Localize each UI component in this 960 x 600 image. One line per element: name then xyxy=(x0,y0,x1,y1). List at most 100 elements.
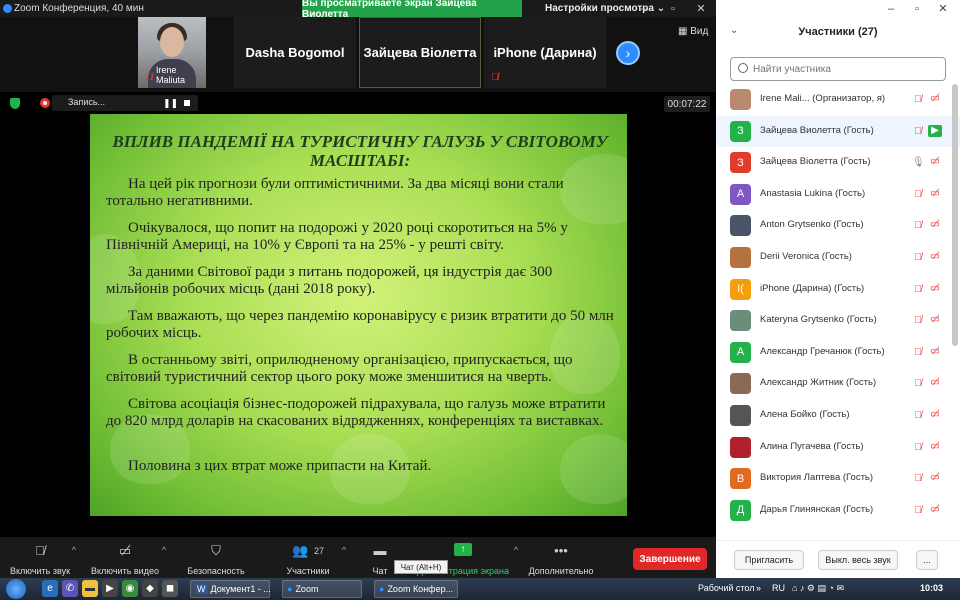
recording-dot-icon xyxy=(40,98,50,108)
participant-row[interactable]: Anton Grytsenko (Гость) 🎙̸ ▭̸ xyxy=(716,210,960,241)
mic-muted-icon: 🎙̸ xyxy=(914,441,922,453)
camera-off-icon: ▭̸ xyxy=(930,503,940,515)
participant-row[interactable]: Derii Veronica (Гость) 🎙̸ ▭̸ xyxy=(716,242,960,273)
camera-off-icon: ▭̸ xyxy=(930,282,940,294)
windows-start-icon[interactable] xyxy=(6,579,26,599)
taskbar-task-zoom[interactable]: ● Zoom xyxy=(282,580,362,598)
maximize-icon[interactable]: ▫ xyxy=(904,0,930,17)
mic-muted-icon: 🎙̸ xyxy=(914,188,922,200)
participant-name: Алена Бойко (Гость) xyxy=(760,409,850,420)
camera-off-icon: ▭̸ xyxy=(930,314,940,326)
mic-muted-icon: 🎙̸ xyxy=(914,378,922,390)
tray-icons[interactable]: ⌂ ♪ ⚙ ▤ ◔ ✉ xyxy=(792,583,844,594)
mic-muted-icon: 🎙̸ xyxy=(914,346,922,358)
slide-title: ВПЛИВ ПАНДЕМІЇ НА ТУРИСТИЧНУ ГАЛУЗЬ У СВ… xyxy=(112,132,608,170)
search-input[interactable] xyxy=(753,61,938,77)
desktop-toolbar[interactable]: Рабочий стол xyxy=(698,583,755,593)
mute-all-button[interactable]: Выкл. весь звук xyxy=(818,550,898,570)
more-options-button[interactable]: ... xyxy=(916,550,938,570)
internet-explorer-icon[interactable]: e xyxy=(42,580,58,597)
participant-row[interactable]: Алена Бойко (Гость) 🎙̸ ▭̸ xyxy=(716,400,960,431)
participant-row[interactable]: A Anastasia Lukina (Гость) 🎙̸ ▭̸ xyxy=(716,179,960,210)
participant-row[interactable]: Алина Пугачева (Гость) 🎙̸ ▭̸ xyxy=(716,432,960,463)
more-button[interactable]: ••• Дополнительно xyxy=(522,537,600,578)
video-tile-active-speaker[interactable]: Зайцева Віолетта xyxy=(359,17,481,88)
camera-off-icon: ▭̸ xyxy=(930,251,940,262)
camera-off-icon: ▭̸ xyxy=(930,377,940,389)
end-meeting-button[interactable]: Завершение xyxy=(633,548,707,570)
participant-row[interactable]: I(iPhone (Дарина) (Гость) 🎙̸ ▭̸ xyxy=(716,274,960,305)
video-strip: 🎙̸ Irene Maliuta Dasha Bogomol Зайцева В… xyxy=(0,17,716,92)
taskbar-task-word[interactable]: W Документ1 - ... xyxy=(190,580,271,598)
participant-search[interactable] xyxy=(730,57,946,81)
slide-paragraph: В останньому звіті, оприлюдненому органі… xyxy=(106,352,573,385)
chrome-icon[interactable]: ◉ xyxy=(122,580,138,597)
participant-row[interactable]: Irene Mali... (Организатор, я) 🎙̸ ▭̸ xyxy=(716,84,960,115)
video-tile-dasha[interactable]: Dasha Bogomol xyxy=(234,17,356,88)
slide-paragraph: Половина з цих втрат може припасти на Ки… xyxy=(128,458,432,474)
mic-muted-icon: 🎙̸ xyxy=(491,72,499,83)
avatar: З xyxy=(730,120,751,142)
participant-row[interactable]: З Зайцева Віолетта (Гость) 🎙 ▭̸ xyxy=(716,147,960,178)
participant-list-scrollbar[interactable] xyxy=(952,84,958,346)
os-taskbar: e ✆ ▬ ▶ ◉ ◆ ◼ W Документ1 - ... ● Zoom ● Zo… xyxy=(0,578,960,600)
video-tile-iphone[interactable]: iPhone (Дарина) 🎙̸ xyxy=(484,17,606,88)
close-icon[interactable]: ✕ xyxy=(930,0,956,17)
stop-recording-icon[interactable] xyxy=(184,100,190,106)
view-layout-button[interactable]: ▦ Вид xyxy=(678,26,708,37)
participant-name: Александр Житник (Гость) xyxy=(760,377,877,389)
viber-icon[interactable]: ✆ xyxy=(62,580,78,597)
participant-row[interactable]: B Виктория Лаптева (Гость) 🎙̸ ▭̸ xyxy=(716,463,960,494)
participant-row[interactable]: Kateryna Grytsenko (Гость) 🎙̸ ▭̸ xyxy=(716,305,960,336)
participant-name: iPhone (Дарина) (Гость) xyxy=(760,282,865,294)
chat-tooltip: Чат (Alt+H) xyxy=(394,560,448,574)
minimize-icon[interactable]: – xyxy=(878,0,904,17)
avatar: B xyxy=(730,468,751,490)
avatar xyxy=(730,405,751,426)
folder-icon[interactable]: ▬ xyxy=(82,580,98,597)
task-label: Документ1 - ... xyxy=(210,584,271,594)
screen-share-banner: Вы просматриваете экран Зайцева Виолетта xyxy=(302,0,522,20)
panel-footer: Пригласить Выкл. весь звук ... xyxy=(716,540,960,578)
self-video-tile[interactable]: 🎙̸ Irene Maliuta xyxy=(138,17,206,88)
next-page-arrow-icon[interactable]: › xyxy=(616,41,640,65)
participant-row[interactable]: A Александр Гречанюк (Гость) 🎙̸ ▭̸ xyxy=(716,337,960,368)
chevron-up-icon[interactable]: ^ xyxy=(162,545,166,555)
security-button[interactable]: ⛉ Безопасность xyxy=(180,537,252,578)
mic-muted-icon: 🎙̸ xyxy=(914,94,922,105)
more-dots-icon: ••• xyxy=(554,543,568,558)
maximize-icon[interactable]: ▫ xyxy=(658,0,688,17)
slide-paragraph: За даними Світової ради з питань подорож… xyxy=(106,264,553,297)
participant-name: Алина Пугачева (Гость) xyxy=(760,440,864,452)
participant-name: Зайцева Віолетта (Гость) xyxy=(760,156,871,168)
language-indicator[interactable]: RU xyxy=(772,583,785,593)
meeting-toolbar: 🎙̸ ^ Включить звук ▭̸ ^ Включить видео ⛉… xyxy=(0,537,716,578)
participant-row[interactable]: З Зайцева Виолетта (Гость) 🎙̸ ▶ xyxy=(716,115,960,147)
chevron-up-icon[interactable]: ^ xyxy=(342,545,346,555)
unmute-audio-button[interactable]: 🎙̸ ^ Включить звук xyxy=(4,537,76,578)
meeting-timer: 00:07:22 xyxy=(664,96,710,112)
avatar: I( xyxy=(730,278,751,300)
window-title: Zoom Конференция, 40 мин xyxy=(14,3,144,14)
chevron-up-icon[interactable]: ^ xyxy=(514,545,518,555)
participant-row[interactable]: Александр Житник (Гость) 🎙̸ ▭̸ xyxy=(716,368,960,399)
start-video-button[interactable]: ▭̸ ^ Включить видео xyxy=(84,537,166,578)
close-icon[interactable]: ✕ xyxy=(686,0,716,17)
share-screen-icon: ↑ xyxy=(454,543,472,556)
camera-off-icon: ▭̸ xyxy=(930,219,940,231)
media-player-icon[interactable]: ▶ xyxy=(102,580,118,597)
app-icon[interactable]: ◆ xyxy=(142,580,158,597)
mic-muted-icon: 🎙̸ xyxy=(145,72,153,83)
minimize-icon[interactable]: – xyxy=(628,0,658,17)
taskbar-task-zoom-meeting[interactable]: ● Zoom Конфер... xyxy=(374,580,458,598)
invite-button[interactable]: Пригласить xyxy=(734,550,804,570)
chevron-up-icon[interactable]: » xyxy=(756,583,761,593)
app-icon[interactable]: ◼ xyxy=(162,580,178,597)
chevron-up-icon[interactable]: ^ xyxy=(72,545,76,555)
encryption-shield-icon[interactable] xyxy=(10,98,20,109)
participant-row[interactable]: Д Дарья Глинянская (Гость) 🎙̸ ▭̸ xyxy=(716,495,960,526)
camera-off-icon: ▭̸ xyxy=(930,409,940,420)
participants-button[interactable]: 👥 27 ^ Участники xyxy=(270,537,347,578)
video-label: Включить видео xyxy=(91,566,159,576)
pause-recording-icon[interactable]: ❚❚ xyxy=(163,98,178,109)
